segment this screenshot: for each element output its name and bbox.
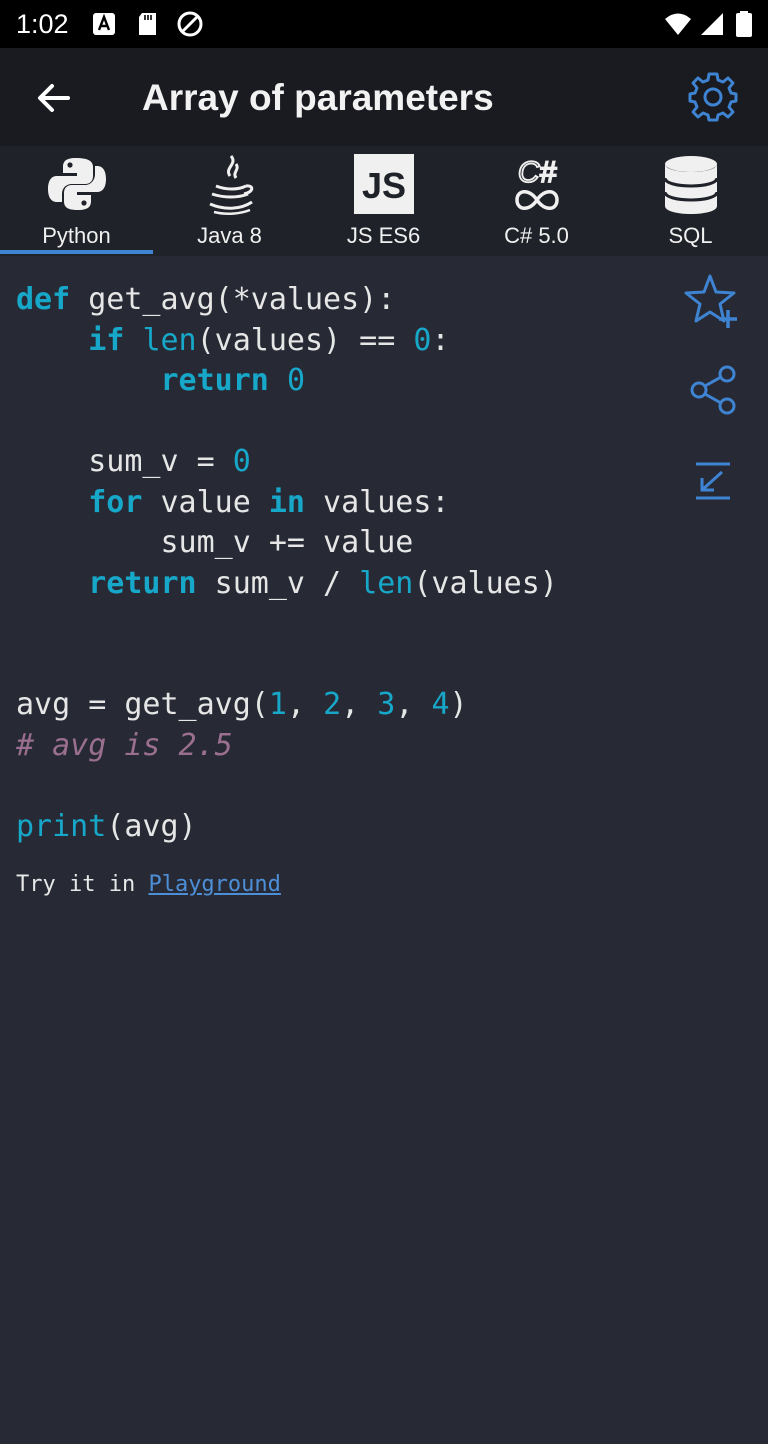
tab-java[interactable]: Java 8 xyxy=(153,146,306,256)
tab-csharp[interactable]: C# C# 5.0 xyxy=(460,146,613,256)
tab-sql[interactable]: SQL xyxy=(614,146,767,256)
tab-javascript[interactable]: JS JS ES6 xyxy=(307,146,460,256)
code-line: avg = get_avg(1, 2, 3, 4) xyxy=(16,687,468,722)
svg-text:JS: JS xyxy=(362,165,406,206)
back-arrow-icon[interactable] xyxy=(30,74,78,122)
selected-tab-indicator xyxy=(0,250,153,254)
code-line: sum_v = 0 xyxy=(16,444,251,479)
code-line: return 0 xyxy=(160,363,306,398)
language-tabs: Python Java 8 JS JS ES6 C# C# 5.0 SQL xyxy=(0,146,768,256)
code-line: for value in values: xyxy=(88,484,450,520)
app-bar: Array of parameters xyxy=(0,48,768,146)
code-block: def get_avg(*values): if len(values) == … xyxy=(16,280,558,847)
playground-link[interactable]: Playground xyxy=(148,872,280,897)
code-line: print(avg) xyxy=(16,808,197,844)
tab-label: JS ES6 xyxy=(346,223,421,248)
status-bar: 1:02 xyxy=(0,0,768,48)
sd-card-icon xyxy=(139,13,156,35)
status-time: 1:02 xyxy=(16,9,69,39)
javascript-icon: JS xyxy=(354,154,414,214)
code-line: def get_avg(*values): xyxy=(16,282,396,317)
tab-label: Python xyxy=(42,223,111,248)
tab-label: Java 8 xyxy=(197,223,262,248)
code-line: return sum_v / len(values) xyxy=(88,565,558,601)
add-favorite-icon[interactable] xyxy=(684,272,742,330)
csharp-icon: C# xyxy=(515,155,559,210)
code-line: sum_v += value xyxy=(16,525,414,560)
code-line: if len(values) == 0: xyxy=(88,322,450,358)
wifi-icon xyxy=(665,13,691,35)
svg-text:C#: C# xyxy=(518,156,557,189)
settings-gear-icon[interactable] xyxy=(686,70,740,124)
java-icon xyxy=(209,155,254,215)
python-icon xyxy=(48,158,106,210)
data-saver-icon xyxy=(177,11,203,37)
tab-python[interactable]: Python xyxy=(0,146,153,256)
battery-icon xyxy=(736,11,752,37)
page-title: Array of parameters xyxy=(142,77,494,118)
code-comment: # avg is 2.5 xyxy=(16,727,233,763)
signal-icon xyxy=(701,13,723,35)
try-it-line: Try it in Playground xyxy=(16,872,281,897)
font-notification-icon xyxy=(93,13,115,35)
database-icon xyxy=(663,156,719,214)
collapse-icon[interactable] xyxy=(684,452,742,510)
share-icon[interactable] xyxy=(684,361,742,419)
tab-label: C# 5.0 xyxy=(504,223,569,248)
try-it-prefix: Try it in xyxy=(16,872,149,897)
tab-label: SQL xyxy=(668,223,713,248)
